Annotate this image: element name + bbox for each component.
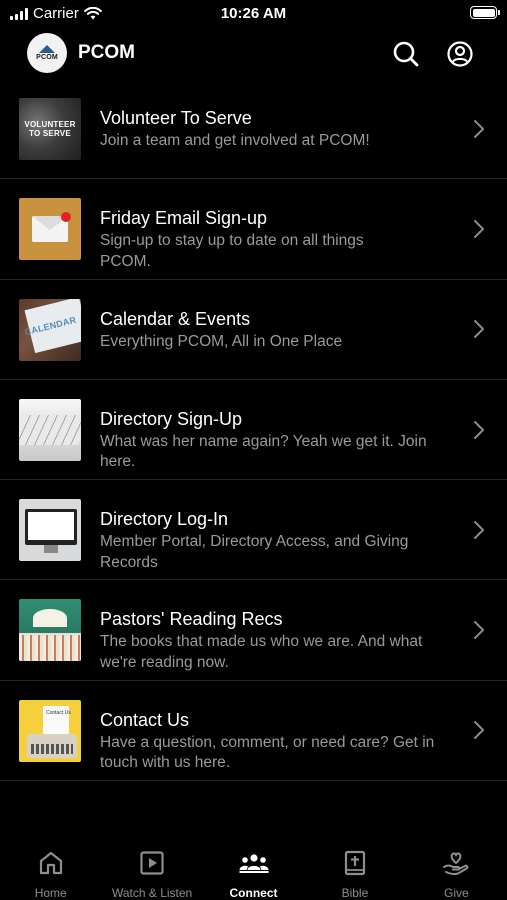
list-item-title: Friday Email Sign-up [100, 208, 268, 229]
typewriter-thumbnail: Contact Us [19, 699, 81, 762]
list-item-subtitle: Member Portal, Directory Access, and Giv… [100, 533, 409, 571]
chevron-right-icon [474, 119, 484, 138]
volunteer-thumbnail: VOLUNTEER TO SERVE [19, 98, 81, 160]
search-icon [393, 41, 419, 67]
list-item-subtitle: Everything PCOM, All in One Place [100, 332, 343, 350]
tab-home[interactable]: Home [0, 836, 101, 900]
list-item-subtitle: What was her name again? Yeah we get it.… [100, 432, 427, 471]
directory-thumbnail [19, 398, 81, 461]
tab-label: Home [34, 886, 67, 900]
give-icon [443, 852, 469, 875]
tab-label: Bible [341, 886, 369, 900]
chevron-right-icon [474, 320, 484, 339]
list-item-calendar[interactable]: CALENDAR Calendar & Events Everything PC… [0, 280, 507, 380]
status-time: 10:26 AM [220, 5, 287, 22]
list-item-title: Directory Sign-Up [100, 408, 243, 429]
profile-icon [447, 41, 473, 67]
people-icon [239, 854, 269, 873]
battery-icon [470, 6, 500, 19]
tab-connect[interactable]: Connect [203, 836, 304, 900]
chevron-right-icon [474, 219, 484, 238]
home-icon [39, 851, 62, 875]
chevron-right-icon [474, 721, 484, 740]
list-item-directory-login[interactable]: Directory Log-In Member Portal, Director… [0, 480, 507, 581]
list-item-directory-signup[interactable]: Directory Sign-Up What was her name agai… [0, 380, 507, 481]
tab-label: Give [443, 886, 469, 900]
books-thumbnail [19, 599, 81, 662]
list-item-volunteer[interactable]: VOLUNTEER TO SERVE Volunteer To Serve Jo… [0, 79, 507, 180]
email-thumbnail [19, 198, 81, 261]
list-item-subtitle: Join a team and get involved at PCOM! [100, 132, 370, 149]
list-item-subtitle: The books that made us who we are. And w… [100, 633, 423, 671]
logo-mountain-icon [39, 45, 55, 53]
thumbnail-label: VOLUNTEER TO SERVE [24, 120, 76, 138]
bottom-tab-bar: Home Watch & Listen Connect Bible Give [0, 836, 507, 900]
list-item-reading-recs[interactable]: Pastors' Reading Recs The books that mad… [0, 580, 507, 681]
profile-button[interactable] [445, 39, 475, 69]
list-item-contact-us[interactable]: Contact Us Contact Us Have a question, c… [0, 681, 507, 782]
list-item-title: Pastors' Reading Recs [100, 609, 283, 630]
list-item-title: Directory Log-In [100, 509, 229, 530]
tab-give[interactable]: Give [406, 836, 507, 900]
list-item-subtitle: Have a question, comment, or need care? … [100, 733, 435, 772]
thumbnail-label: Contact Us [46, 709, 71, 716]
logo-text: PCOM [36, 54, 58, 61]
notification-badge-icon [61, 212, 71, 223]
app-header: PCOM PCOM [0, 30, 507, 76]
chevron-right-icon [474, 420, 484, 439]
chevron-right-icon [474, 621, 484, 640]
bible-icon [344, 850, 366, 876]
app-title: PCOM [78, 42, 135, 63]
connect-list: VOLUNTEER TO SERVE Volunteer To Serve Jo… [0, 79, 507, 782]
list-item-title: Contact Us [100, 709, 190, 730]
list-item-subtitle: Sign-up to stay up to date on all things… [100, 232, 364, 270]
tab-label: Connect [229, 886, 278, 900]
tab-label: Watch & Listen [111, 886, 193, 900]
app-logo[interactable]: PCOM [27, 33, 67, 73]
computer-thumbnail [19, 499, 81, 562]
status-bar: Carrier 10:26 AM [0, 0, 507, 28]
search-button[interactable] [391, 39, 421, 69]
tab-watch-listen[interactable]: Watch & Listen [101, 836, 202, 900]
list-item-title: Calendar & Events [100, 308, 251, 329]
list-item-friday-email[interactable]: Friday Email Sign-up Sign-up to stay up … [0, 179, 507, 280]
tab-bible[interactable]: Bible [304, 836, 405, 900]
calendar-thumbnail: CALENDAR [19, 298, 81, 361]
play-icon [140, 851, 164, 875]
list-item-title: Volunteer To Serve [100, 108, 252, 128]
chevron-right-icon [474, 520, 484, 539]
